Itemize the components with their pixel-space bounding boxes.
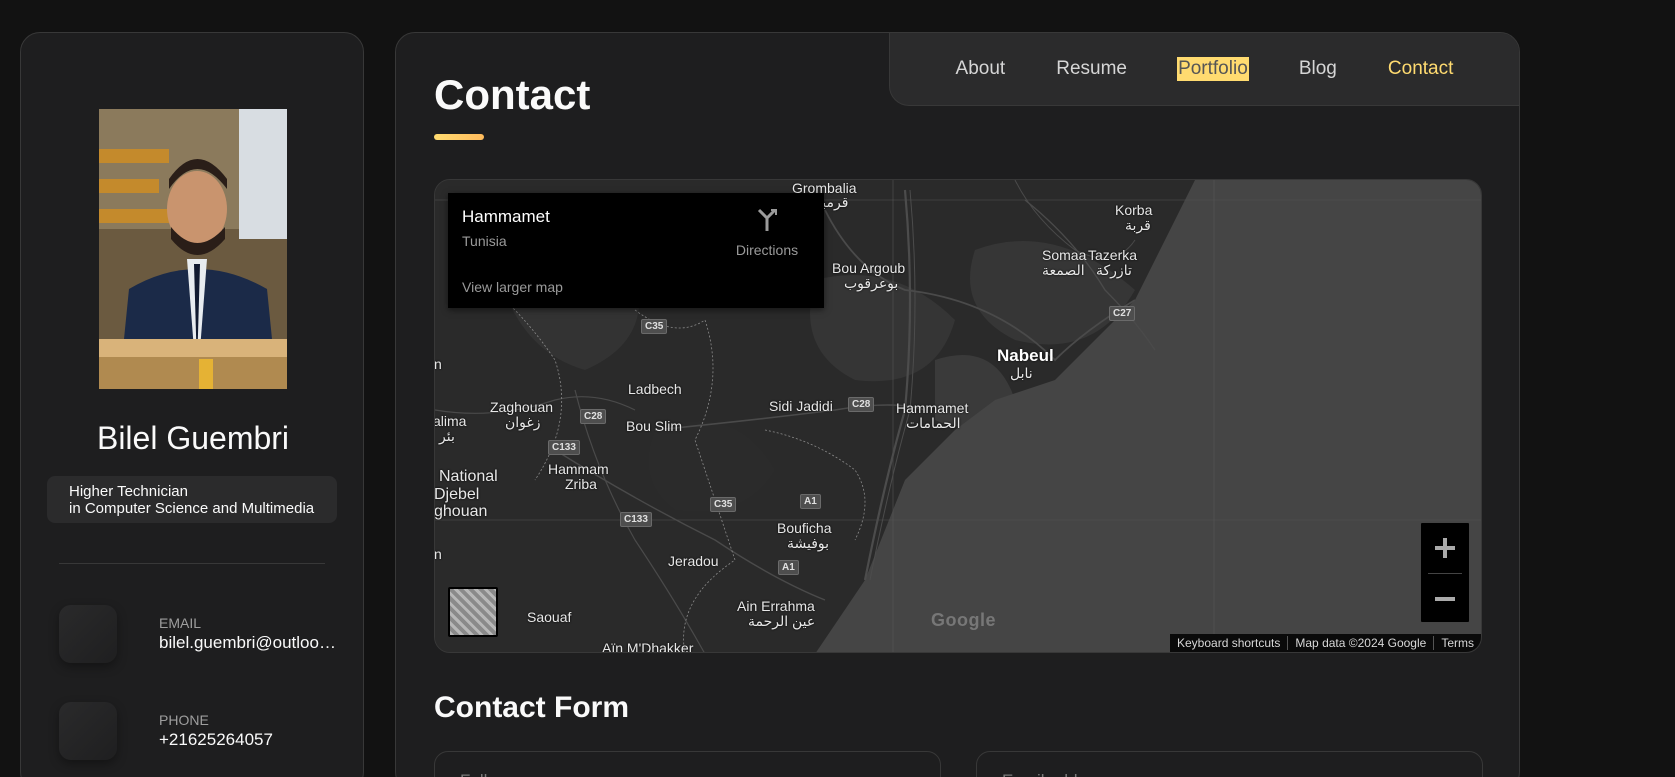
road-shield-c28: C28 (580, 409, 607, 424)
main-panel: About Resume Portfolio Blog Contact Cont… (395, 32, 1520, 777)
map-layer-toggle[interactable] (448, 587, 498, 637)
map-label-hammam: Hammam (548, 461, 609, 477)
road-shield-c35: C35 (641, 319, 668, 334)
road-shield-a1: A1 (800, 494, 821, 509)
road-shield-c133-b: C133 (620, 512, 652, 527)
map-label-ghouan: ghouan (434, 503, 488, 520)
map-label-zaghouan-ar: زغوان (505, 414, 541, 430)
mail-icon (59, 605, 117, 663)
terms-link[interactable]: Terms (1433, 636, 1481, 650)
map-attribution: Keyboard shortcuts Map data ©2024 Google… (1170, 634, 1481, 652)
map-label-somaa-ar: الصمعة (1042, 262, 1085, 278)
full-name-input[interactable] (434, 751, 941, 777)
directions-button[interactable]: Directions (732, 207, 802, 258)
map-label-jeradou: Jeradou (668, 553, 719, 569)
profile-name: Bilel Guembri (96, 420, 290, 456)
sidebar-separator (59, 563, 325, 564)
map-label-ain-errahma-ar: عين الرحمة (748, 613, 816, 629)
map-label-edge-an: n (434, 546, 442, 562)
map-label-bou-argoub-ar: بوعرقوب (844, 275, 899, 291)
map-label-alima-ar: بئر (439, 428, 455, 444)
map-label-sidi-jadidi: Sidi Jadidi (769, 398, 833, 414)
map-label-bouficha-ar: بوفيشة (787, 535, 830, 551)
profile-title-badge: Higher Technician in Computer Science an… (47, 476, 337, 523)
nav-resume[interactable]: Resume (1055, 57, 1128, 81)
map-label-somaa: Somaa (1042, 247, 1087, 263)
map-label-edge-n: n (434, 356, 442, 372)
map-label-bouficha: Bouficha (777, 520, 832, 536)
contact-label-phone: PHONE (159, 712, 209, 728)
road-shield-c28-b: C28 (848, 397, 875, 412)
contact-value-phone[interactable]: +21625264057 (159, 730, 344, 750)
title-line-1: Higher Technician (69, 483, 188, 500)
map-embed[interactable]: Grombalia قرمبالية Korba قربة Tazerka تا… (434, 179, 1482, 653)
email-address-input[interactable] (976, 751, 1483, 777)
map-label-alima: alima (434, 413, 467, 429)
road-shield-c133: C133 (548, 440, 580, 455)
map-label-djebel: Djebel (434, 486, 480, 503)
contact-form-title: Contact Form (434, 691, 629, 724)
map-label-ladbech: Ladbech (628, 381, 682, 397)
avatar (99, 109, 287, 389)
map-label-bou-slim: Bou Slim (626, 418, 683, 434)
contact-item-email: EMAIL bilel.guembri@outlook.com (59, 605, 349, 665)
title-underline (434, 134, 484, 140)
phone-icon (59, 702, 117, 760)
map-label-ain-errahma: Ain Errahma (737, 598, 815, 614)
nav-contact[interactable]: Contact (1387, 57, 1454, 81)
title-line-2: in Computer Science and Multimedia (69, 500, 315, 517)
map-label-national: National (439, 468, 498, 485)
google-logo: Google (931, 610, 996, 630)
contact-item-phone: PHONE +21625264057 (59, 702, 349, 762)
navbar: About Resume Portfolio Blog Contact (889, 33, 1519, 106)
map-label-bou-argoub: Bou Argoub (832, 260, 906, 276)
zoom-control (1420, 522, 1470, 623)
directions-icon (757, 208, 777, 231)
plus-icon (1435, 538, 1455, 558)
map-info-card: Hammamet Tunisia View larger map Directi… (448, 193, 824, 308)
map-label-hammamet-ar: الحمامات (906, 415, 961, 431)
nav-portfolio[interactable]: Portfolio (1177, 57, 1249, 81)
map-label-hammamet: Hammamet (896, 400, 969, 416)
map-label-zriba: Zriba (565, 476, 597, 492)
map-label-korba: Korba (1115, 202, 1153, 218)
view-larger-map-link[interactable]: View larger map (462, 279, 563, 295)
map-label-saouaf: Saouaf (527, 609, 572, 625)
map-label-tazerka-ar: تازركة (1096, 262, 1132, 278)
map-label-nabeul-ar: نابل (1010, 365, 1033, 381)
map-label-ain-mdhakker: Aïn M'Dhakker (602, 640, 694, 653)
map-data-text: Map data ©2024 Google (1287, 636, 1433, 650)
page-title: Contact (434, 71, 591, 118)
map-label-korba-ar: قربة (1125, 217, 1151, 233)
sidebar: Bilel Guembri Higher Technician in Compu… (20, 32, 364, 777)
nav-blog[interactable]: Blog (1298, 57, 1338, 81)
zoom-out-button[interactable] (1421, 574, 1469, 624)
map-label-tazerka: Tazerka (1088, 247, 1138, 263)
contact-label-email: EMAIL (159, 615, 202, 631)
road-shield-c35-b: C35 (710, 497, 737, 512)
zoom-in-button[interactable] (1421, 523, 1469, 573)
minus-icon (1435, 597, 1455, 601)
keyboard-shortcuts-link[interactable]: Keyboard shortcuts (1170, 636, 1287, 650)
nav-about[interactable]: About (955, 57, 1007, 81)
map-label-zaghouan: Zaghouan (490, 399, 554, 415)
road-shield-c27: C27 (1109, 306, 1136, 321)
road-shield-a1-b: A1 (778, 560, 799, 575)
directions-label: Directions (735, 242, 799, 258)
contact-value-email[interactable]: bilel.guembri@outlook.com (159, 633, 344, 653)
map-label-nabeul: Nabeul (997, 346, 1054, 365)
